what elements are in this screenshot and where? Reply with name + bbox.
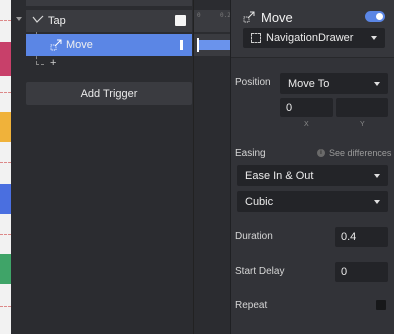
position-y-input[interactable] (336, 98, 388, 117)
timeline-duration-bar[interactable] (197, 40, 230, 50)
target-layer-value: NavigationDrawer (266, 32, 354, 44)
strip-divider (0, 92, 11, 93)
duration-value: 0.4 (341, 231, 357, 243)
tree-gutter (11, 0, 26, 334)
easing-mode-select[interactable]: Ease In & Out (237, 165, 388, 186)
trigger-enabled-checkbox[interactable] (175, 15, 186, 26)
strip-divider (0, 234, 11, 235)
chevron-down-icon (371, 36, 377, 40)
position-x-value: 0 (286, 101, 293, 114)
triggers-panel: Tap Move + Add Trigger (26, 0, 192, 334)
start-delay-value: 0 (341, 266, 348, 278)
repeat-checkbox[interactable] (376, 300, 386, 310)
info-icon: i (317, 149, 325, 157)
chevron-down-icon (374, 81, 380, 86)
start-delay-label: Start Delay (235, 266, 285, 277)
move-arrow-icon (243, 11, 255, 23)
response-enabled-toggle[interactable] (365, 11, 385, 22)
response-label-move: Move (66, 39, 93, 51)
color-swatch-pink (0, 42, 11, 76)
easing-mode-value: Ease In & Out (245, 169, 314, 182)
position-x-input[interactable]: 0 (280, 98, 333, 117)
color-swatch-yellow (0, 112, 11, 142)
strip-divider (0, 20, 11, 21)
easing-label: Easing (235, 148, 266, 159)
add-response-button[interactable]: + (50, 57, 56, 69)
timeline-tick: 0 (197, 12, 201, 19)
layer-color-strip (0, 0, 11, 334)
start-delay-input[interactable]: 0 (335, 262, 388, 282)
navigation-drawer-layer-icon (251, 33, 261, 43)
y-axis-label: Y (360, 121, 365, 128)
color-swatch-blue (0, 184, 11, 214)
properties-title: Move (261, 10, 293, 25)
see-differences-text: See differences (329, 148, 392, 158)
chevron-down-icon (374, 199, 380, 204)
trigger-row-tap[interactable]: Tap (26, 10, 192, 32)
easing-curve-value: Cubic (245, 195, 274, 208)
position-mode-value: Move To (288, 77, 330, 90)
add-trigger-button[interactable]: Add Trigger (26, 82, 192, 105)
color-swatch-green (0, 254, 11, 284)
move-arrow-icon (50, 39, 62, 51)
tree-connector (36, 64, 44, 65)
see-differences-link[interactable]: i See differences (317, 148, 391, 158)
tap-gesture-icon (32, 15, 44, 23)
duration-input[interactable]: 0.4 (335, 227, 388, 247)
strip-divider (0, 306, 11, 307)
position-label: Position (235, 77, 271, 88)
properties-header: Move NavigationDrawer (231, 0, 394, 58)
repeat-label: Repeat (235, 300, 268, 311)
trigger-label-tap: Tap (48, 15, 66, 27)
easing-curve-select[interactable]: Cubic (237, 191, 388, 212)
triggers-header-bar (26, 0, 192, 6)
position-mode-select[interactable]: Move To (280, 73, 388, 94)
chevron-down-icon (374, 173, 380, 178)
properties-panel: Move NavigationDrawer Position Move To 0… (230, 0, 394, 334)
x-axis-label: X (304, 121, 309, 128)
target-layer-select[interactable]: NavigationDrawer (243, 28, 385, 48)
response-indicator (180, 40, 183, 50)
chevron-down-icon[interactable] (16, 17, 22, 21)
response-row-move[interactable]: Move (26, 34, 192, 56)
strip-divider (0, 162, 11, 163)
timeline-delay-handle[interactable] (197, 38, 199, 52)
duration-label: Duration (235, 231, 273, 242)
timeline: 0 0.2 (193, 0, 231, 334)
